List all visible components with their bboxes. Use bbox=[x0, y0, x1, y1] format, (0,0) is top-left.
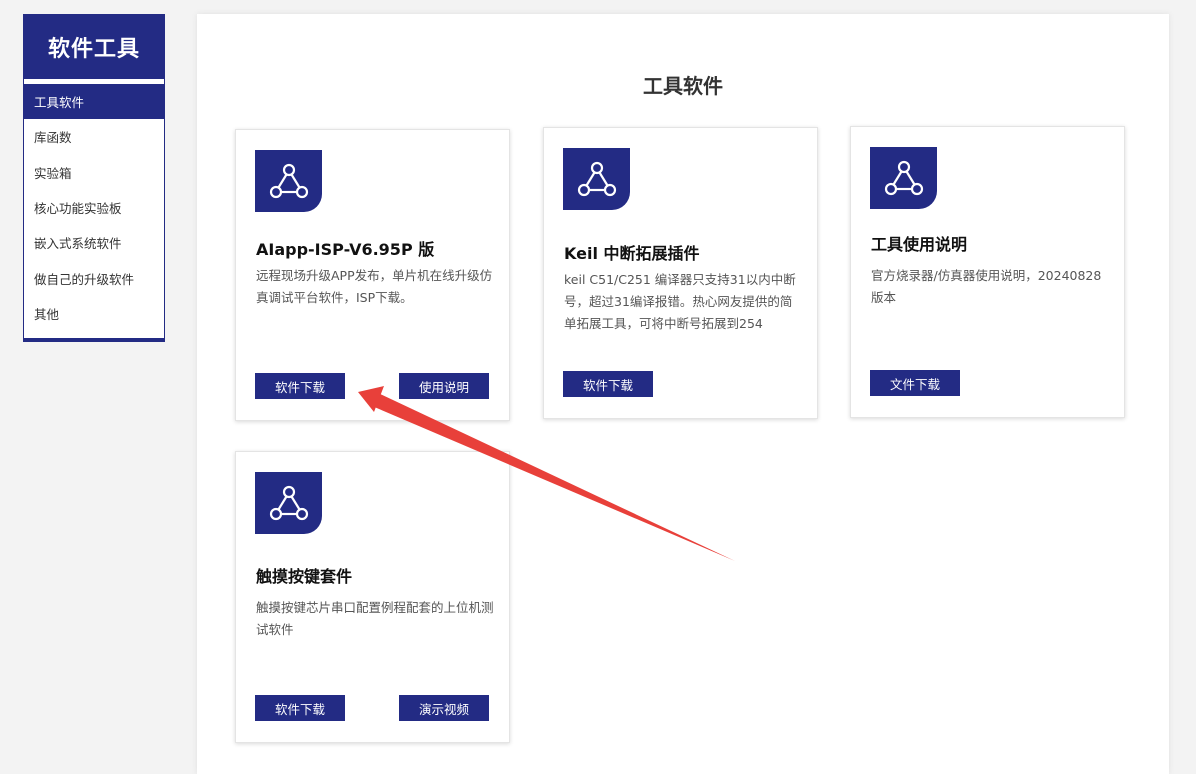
card-title: 工具使用说明 bbox=[871, 235, 968, 254]
card-title: 触摸按键套件 bbox=[256, 567, 353, 586]
sidebar-item-library[interactable]: 库函数 bbox=[24, 119, 164, 154]
page-title: 工具软件 bbox=[643, 74, 723, 98]
sidebar-item-embedded[interactable]: 嵌入式系统软件 bbox=[24, 225, 164, 260]
main-content: 工具软件 AIapp-ISP-V6.95P 版 远程现场升级APP发布，单片机在… bbox=[197, 14, 1169, 774]
card-tool-guide: 工具使用说明 官方烧录器/仿真器使用说明，20240828版本 文件下载 bbox=[850, 126, 1125, 418]
software-download-button[interactable]: 软件下载 bbox=[255, 695, 345, 721]
card-description: keil C51/C251 编译器只支持31以内中断号，超过31编译报错。热心网… bbox=[564, 272, 796, 331]
network-icon bbox=[255, 150, 322, 212]
card-title: Keil 中断拓展插件 bbox=[564, 244, 700, 263]
sidebar-item-tools[interactable]: 工具软件 bbox=[24, 84, 164, 120]
network-icon bbox=[563, 148, 630, 210]
sidebar: 软件工具 工具软件 库函数 实验箱 核心功能实验板 嵌入式系统软件 做自己的升级… bbox=[23, 14, 165, 342]
card-description: 远程现场升级APP发布，单片机在线升级仿真调试平台软件，ISP下载。 bbox=[256, 268, 493, 305]
card-title: AIapp-ISP-V6.95P 版 bbox=[256, 240, 435, 259]
software-download-button[interactable]: 软件下载 bbox=[563, 371, 653, 397]
network-icon bbox=[255, 472, 322, 534]
card-description: 触摸按键芯片串口配置例程配套的上位机测试软件 bbox=[256, 600, 494, 637]
file-download-button[interactable]: 文件下载 bbox=[870, 370, 960, 396]
sidebar-item-lab-box[interactable]: 实验箱 bbox=[24, 155, 164, 190]
sidebar-item-upgrade[interactable]: 做自己的升级软件 bbox=[24, 260, 164, 295]
card-aiapp-isp: AIapp-ISP-V6.95P 版 远程现场升级APP发布，单片机在线升级仿真… bbox=[235, 129, 510, 421]
sidebar-title: 软件工具 bbox=[24, 15, 164, 79]
card-keil-plugin: Keil 中断拓展插件 keil C51/C251 编译器只支持31以内中断号，… bbox=[543, 127, 818, 419]
sidebar-item-other[interactable]: 其他 bbox=[24, 296, 164, 331]
user-guide-button[interactable]: 使用说明 bbox=[399, 373, 489, 399]
network-icon bbox=[870, 147, 937, 209]
sidebar-item-core-board[interactable]: 核心功能实验板 bbox=[24, 190, 164, 225]
software-download-button[interactable]: 软件下载 bbox=[255, 373, 345, 399]
card-description: 官方烧录器/仿真器使用说明，20240828版本 bbox=[871, 268, 1102, 305]
demo-video-button[interactable]: 演示视频 bbox=[399, 695, 489, 721]
card-touch-key-kit: 触摸按键套件 触摸按键芯片串口配置例程配套的上位机测试软件 软件下载 演示视频 bbox=[235, 451, 510, 743]
